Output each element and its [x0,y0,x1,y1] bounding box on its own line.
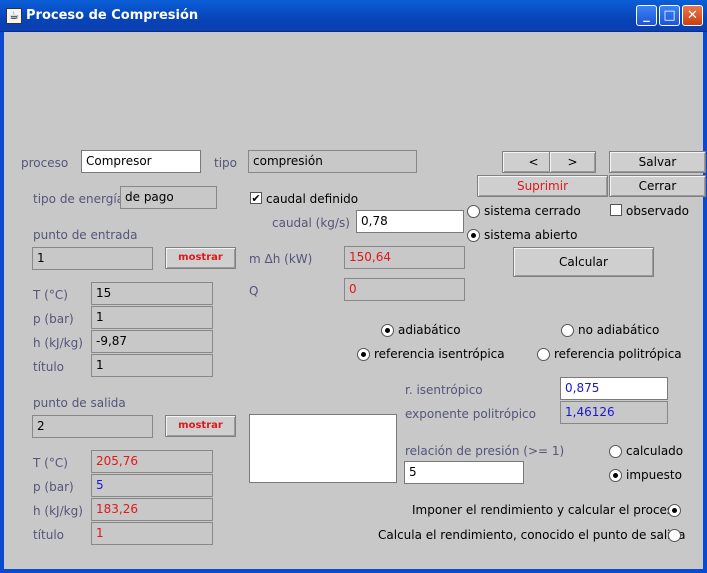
entrada-titulo-label: título [33,360,65,374]
caudal-definido-label: caudal definido [266,192,359,206]
window-border-right [703,32,707,573]
maximize-button[interactable]: □ [659,5,680,26]
calcula-rendimiento-radio[interactable] [668,529,681,542]
mdh-label: m Δh (kW) [249,252,313,266]
q-field: 0 [344,278,465,301]
app-icon: ☕ [6,8,22,24]
referencia-politropica-label: referencia politrópica [554,347,682,361]
impuesto-radio[interactable] [609,469,622,482]
caudal-label: caudal (kg/s) [272,216,350,230]
salvar-button[interactable]: Salvar [609,151,706,173]
suprimir-button[interactable]: Suprimir [477,175,608,197]
mostrar-entrada-button[interactable]: mostrar [165,247,236,269]
relacion-presion-label: relación de presión (>= 1) [405,444,565,458]
entrada-p-field: 1 [91,306,213,329]
calculado-label: calculado [626,444,684,458]
salida-h-field: 183,26 [91,498,213,521]
observado-label: observado [626,204,689,218]
salida-p-label: p (bar) [33,480,74,494]
observado-checkbox[interactable] [610,204,622,216]
r-isentropico-input[interactable]: 0,875 [560,377,668,400]
salida-t-label: T (°C) [33,456,68,470]
notes-textarea[interactable] [249,414,397,483]
entrada-titulo-field: 1 [91,354,213,377]
impuesto-label: impuesto [626,468,682,482]
mdh-field: 150,64 [344,246,465,269]
next-button[interactable]: > [549,151,596,173]
tipo-energia-label: tipo de energía [33,192,125,206]
calcula-rendimiento-label: Calcula el rendimiento, conocido el punt… [378,528,686,542]
proceso-input[interactable]: Compresor [81,150,201,173]
window-border-bottom [0,569,707,573]
salida-titulo-label: título [33,528,65,542]
caudal-input[interactable]: 0,78 [356,210,464,233]
entrada-t-label: T (°C) [33,288,68,302]
punto-entrada-field: 1 [32,247,153,270]
proceso-label: proceso [21,156,69,170]
salida-p-field: 5 [91,474,213,497]
window-title: Proceso de Compresión [26,8,199,23]
exponente-politropico-label: exponente politrópico [405,407,536,421]
q-label: Q [249,284,259,298]
salida-titulo-field: 1 [91,522,213,545]
r-isentropico-label: r. isentrópico [405,383,483,397]
tipo-energia-field: de pago [120,186,217,209]
relacion-presion-input[interactable]: 5 [404,461,524,484]
minimize-button[interactable]: _ [636,5,657,26]
no-adiabatico-label: no adiabático [578,323,660,337]
imponer-rendimiento-label: Imponer el rendimiento y calcular el pro… [412,503,681,517]
entrada-h-field: -9,87 [91,330,213,353]
cerrar-button[interactable]: Cerrar [609,175,706,197]
adiabatico-label: adiabático [398,323,461,337]
tipo-field: compresión [248,150,417,173]
exponente-politropico-field: 1,46126 [560,401,668,424]
sistema-abierto-radio[interactable] [467,229,480,242]
caudal-definido-checkbox[interactable]: ✔ [250,192,262,204]
entrada-p-label: p (bar) [33,312,74,326]
salida-t-field: 205,76 [91,450,213,473]
entrada-h-label: h (kJ/kg) [33,336,83,350]
calculado-radio[interactable] [609,445,622,458]
referencia-isentropica-radio[interactable] [357,348,370,361]
salida-h-label: h (kJ/kg) [33,504,83,518]
punto-entrada-label: punto de entrada [33,228,138,242]
calcular-button[interactable]: Calcular [513,247,654,277]
referencia-isentropica-label: referencia isentrópica [374,347,505,361]
referencia-politropica-radio[interactable] [537,348,550,361]
punto-salida-label: punto de salida [33,396,126,410]
sistema-cerrado-label: sistema cerrado [484,204,581,218]
entrada-t-field: 15 [91,282,213,305]
adiabatico-radio[interactable] [381,324,394,337]
tipo-label: tipo [214,156,237,170]
close-button[interactable]: ✕ [682,5,703,26]
no-adiabatico-radio[interactable] [561,324,574,337]
mostrar-salida-button[interactable]: mostrar [165,415,236,437]
punto-salida-field: 2 [32,415,153,438]
sistema-abierto-label: sistema abierto [484,228,578,242]
sistema-cerrado-radio[interactable] [467,205,480,218]
imponer-rendimiento-radio[interactable] [668,504,681,517]
